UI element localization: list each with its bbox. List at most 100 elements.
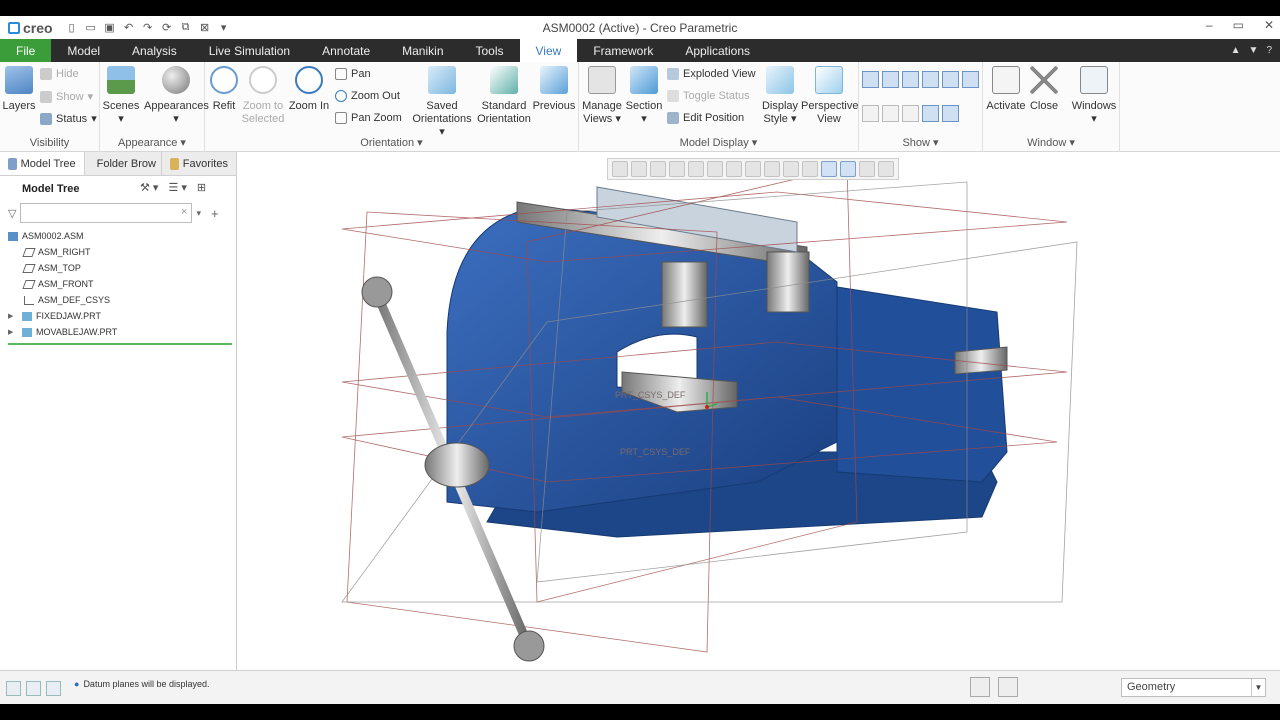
tab-manikin[interactable]: Manikin	[386, 39, 459, 62]
exploded-view-button[interactable]: Exploded View	[667, 68, 756, 80]
windows-icon[interactable]: ⧉	[179, 21, 193, 35]
csys-tag-icon[interactable]	[922, 105, 939, 122]
save-icon[interactable]: ▣	[103, 21, 117, 35]
zoom-in-button[interactable]: Zoom In	[283, 66, 335, 113]
planes-toggle-icon[interactable]	[821, 161, 837, 177]
windows-button[interactable]: Windows ▾	[1069, 66, 1119, 126]
chevron-down-icon[interactable]: ▼	[1251, 679, 1265, 696]
annotations-toggle-icon[interactable]	[859, 161, 875, 177]
pan-zoom-button[interactable]: Pan Zoom	[335, 112, 402, 124]
redo-icon[interactable]: ↷	[141, 21, 155, 35]
expand-arrow-icon[interactable]: ▶	[8, 328, 18, 336]
section-button[interactable]: Section ▾	[619, 66, 669, 126]
close-window-icon[interactable]: ⊠	[198, 21, 212, 35]
navigator-toggle-icon[interactable]	[6, 681, 21, 696]
collapse-ribbon-icon[interactable]: ▲	[1231, 45, 1241, 56]
tree-node-asm-right[interactable]: ASM_RIGHT	[8, 244, 232, 260]
regenerate-icon[interactable]: ⟳	[160, 21, 174, 35]
undo-icon[interactable]: ↶	[122, 21, 136, 35]
simulation-icon[interactable]	[878, 161, 894, 177]
tree-node-asm-front[interactable]: ASM_FRONT	[8, 276, 232, 292]
saved-orientations-icon[interactable]	[707, 161, 723, 177]
orient-icon[interactable]	[688, 161, 704, 177]
spin-center-icon[interactable]	[942, 71, 959, 88]
close-button[interactable]: ✕	[1264, 18, 1274, 32]
zoom-to-selected-button[interactable]: Zoom to Selected	[237, 66, 289, 126]
tab-live-simulation[interactable]: Live Simulation	[193, 39, 306, 62]
tab-favorites[interactable]: Favorites	[162, 152, 237, 175]
find-icon[interactable]	[970, 677, 990, 697]
3d-notes-icon[interactable]	[942, 105, 959, 122]
scenes-button[interactable]: Scenes ▾	[96, 66, 146, 126]
maximize-button[interactable]: ▭	[1233, 18, 1244, 32]
refit-icon[interactable]	[612, 161, 628, 177]
graphics-window[interactable]: PRT_CSYS_DEF PRT_CSYS_DEF	[237, 152, 1280, 670]
tab-folder-browser[interactable]: Folder Brow	[85, 152, 162, 175]
layers-button[interactable]: Layers	[0, 66, 44, 113]
standard-orientation-button[interactable]: Standard Orientation	[473, 66, 535, 126]
search-dropdown-icon[interactable]: ▾	[196, 208, 201, 219]
close-window-button[interactable]: Close	[1019, 66, 1069, 113]
tab-analysis[interactable]: Analysis	[116, 39, 193, 62]
expand-arrow-icon[interactable]: ▶	[8, 312, 18, 320]
edit-position-button[interactable]: Edit Position	[667, 112, 744, 124]
repaint-icon[interactable]	[669, 161, 685, 177]
csys-toggle-icon[interactable]	[840, 161, 856, 177]
tab-file[interactable]: File	[0, 39, 52, 62]
tree-search-input[interactable]: ×	[20, 203, 193, 223]
plane-display-icon[interactable]	[862, 71, 879, 88]
point-display-icon[interactable]	[902, 71, 919, 88]
qat-dropdown-icon[interactable]: ▾	[217, 21, 231, 35]
annotation-display-icon[interactable]	[962, 71, 979, 88]
tree-columns-icon[interactable]: ⊞	[197, 181, 206, 194]
tab-annotate[interactable]: Annotate	[306, 39, 386, 62]
zoom-in-icon[interactable]	[631, 161, 647, 177]
tab-framework[interactable]: Framework	[577, 39, 669, 62]
zoom-out-button[interactable]: Zoom Out	[335, 90, 400, 102]
zoom-out-icon[interactable]	[650, 161, 666, 177]
tree-node-asm-top[interactable]: ASM_TOP	[8, 260, 232, 276]
tab-model-tree[interactable]: Model Tree	[0, 152, 85, 175]
hide-button[interactable]: Hide	[40, 68, 79, 80]
fullscreen-icon[interactable]	[46, 681, 61, 696]
tab-tools[interactable]: Tools	[460, 39, 520, 62]
tab-model[interactable]: Model	[51, 39, 116, 62]
plane-tag-icon[interactable]	[862, 105, 879, 122]
saved-orientations-button[interactable]: Saved Orientations ▾	[411, 66, 473, 139]
tree-filters-icon[interactable]: ☰ ▾	[168, 181, 186, 194]
show-button[interactable]: Show ▾	[40, 90, 93, 103]
tab-view[interactable]: View	[519, 39, 578, 62]
point-tag-icon[interactable]	[902, 105, 919, 122]
datum-display-icon[interactable]	[783, 161, 799, 177]
browser-toggle-icon[interactable]	[26, 681, 41, 696]
axis-display-icon[interactable]	[882, 71, 899, 88]
new-file-icon[interactable]: ▯	[65, 21, 79, 35]
axis-tag-icon[interactable]	[882, 105, 899, 122]
display-style-button[interactable]: Display Style ▾	[755, 66, 805, 126]
section-icon	[630, 66, 658, 94]
selection-filter-select[interactable]: Geometry ▼	[1121, 678, 1266, 697]
tree-node-asm-def-csys[interactable]: ASM_DEF_CSYS	[8, 292, 232, 308]
status-button[interactable]: Status ▾	[40, 112, 97, 125]
tree-node-movablejaw[interactable]: ▶ MOVABLEJAW.PRT	[8, 324, 232, 340]
minimize-button[interactable]: –	[1206, 18, 1213, 32]
tree-node-asm0002[interactable]: ASM0002.ASM	[8, 228, 232, 244]
help-icon[interactable]: ?	[1266, 45, 1272, 56]
selection-buffer-icon[interactable]	[998, 677, 1018, 697]
pan-button[interactable]: Pan	[335, 68, 371, 80]
toggle-status-button[interactable]: Toggle Status	[667, 90, 750, 102]
previous-button[interactable]: Previous	[531, 66, 577, 113]
spin-center-icon[interactable]	[802, 161, 818, 177]
ribbon-options-icon[interactable]: ▼	[1249, 45, 1259, 56]
perspective-icon[interactable]	[745, 161, 761, 177]
clear-search-icon[interactable]: ×	[181, 206, 187, 218]
add-filter-icon[interactable]: +	[211, 206, 219, 221]
view-manager-icon[interactable]	[726, 161, 742, 177]
csys-display-icon[interactable]	[922, 71, 939, 88]
tree-node-fixedjaw[interactable]: ▶ FIXEDJAW.PRT	[8, 308, 232, 324]
tab-applications[interactable]: Applications	[669, 39, 766, 62]
perspective-view-button[interactable]: Perspective View	[801, 66, 858, 126]
display-style-icon[interactable]	[764, 161, 780, 177]
tree-settings-icon[interactable]: ⚒ ▾	[140, 181, 158, 194]
open-folder-icon[interactable]: ▭	[84, 21, 98, 35]
